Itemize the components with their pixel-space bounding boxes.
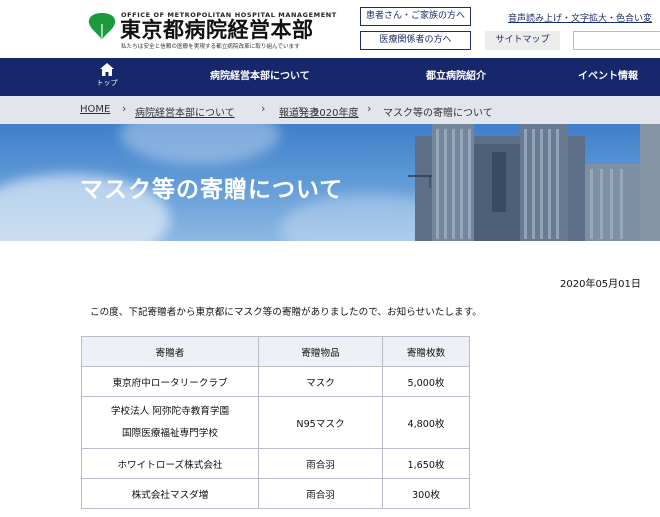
header-count: 寄贈枚数 <box>382 336 470 367</box>
site-logo[interactable]: OFFICE OF METROPOLITAN HOSPITAL MANAGEME… <box>87 10 347 50</box>
page-hero: マスク等の寄贈について <box>0 124 660 241</box>
nav-item-hospitals[interactable]: 都立病院紹介 <box>426 58 486 96</box>
table-row: ホワイトローズ株式会社 雨合羽 1,650枚 <box>81 448 470 479</box>
patients-families-button[interactable]: 患者さん・ご家族の方へ <box>360 7 471 26</box>
logo-tagline: 私たちは安全と信頼の医療を実現する都立病院改革に取り組んでいます <box>121 44 300 50</box>
nav-home[interactable]: トップ <box>95 63 119 93</box>
nav-item-events[interactable]: イベント情報 <box>578 58 638 96</box>
count-cell: 4,800枚 <box>382 396 470 449</box>
chevron-right-icon: › <box>367 102 372 115</box>
donor-cell: ホワイトローズ株式会社 <box>81 448 259 479</box>
donor-cell: 学校法人 阿弥陀寺教育学園 国際医療福祉専門学校 <box>81 396 259 449</box>
header-item: 寄贈物品 <box>258 336 383 367</box>
page-title: マスク等の寄贈について <box>80 177 344 203</box>
breadcrumb: HOME › 病院経営本部について › 報道発表 › 2020年度 › マスク等… <box>0 96 660 124</box>
chevron-right-icon: › <box>298 102 303 115</box>
table-header-row: 寄贈者 寄贈物品 寄贈枚数 <box>81 336 470 367</box>
accessibility-link[interactable]: 音声読み上げ・文字拡大・色合い変 <box>508 11 652 24</box>
breadcrumb-current: マスク等の寄贈について <box>383 108 493 119</box>
count-cell: 300枚 <box>382 478 470 509</box>
donation-table: 寄贈者 寄贈物品 寄贈枚数 東京府中ロータリークラブ マスク 5,000枚 学校… <box>81 336 470 509</box>
site-header: OFFICE OF METROPOLITAN HOSPITAL MANAGEME… <box>0 0 660 58</box>
donor-line: 学校法人 阿弥陀寺教育学園 <box>110 405 230 417</box>
donor-line: 国際医療福祉専門学校 <box>122 427 218 439</box>
count-cell: 1,650枚 <box>382 448 470 479</box>
sitemap-button[interactable]: サイトマップ <box>485 31 560 50</box>
table-row: 学校法人 阿弥陀寺教育学園 国際医療福祉専門学校 N95マスク 4,800枚 <box>81 396 470 449</box>
global-nav: トップ 病院経営本部について 都立病院紹介 イベント情報 <box>0 58 660 96</box>
home-icon <box>100 63 114 76</box>
ginkgo-leaf-icon <box>88 13 116 41</box>
search-input[interactable] <box>573 31 660 50</box>
item-cell: 雨合羽 <box>258 448 383 479</box>
nav-item-about[interactable]: 病院経営本部について <box>210 58 310 96</box>
publish-date: 2020年05月01日 <box>560 279 641 290</box>
donor-cell: 東京府中ロータリークラブ <box>81 366 259 397</box>
breadcrumb-year[interactable]: 2020年度 <box>313 104 358 119</box>
nav-home-label: トップ <box>96 79 118 87</box>
breadcrumb-home[interactable]: HOME <box>80 104 110 115</box>
table-row: 株式会社マスダ増 雨合羽 300枚 <box>81 478 470 509</box>
item-cell: N95マスク <box>258 396 383 449</box>
chevron-right-icon: › <box>122 102 127 115</box>
chevron-right-icon: › <box>261 102 266 115</box>
logo-japanese: 東京都病院経営本部 <box>120 18 314 42</box>
item-cell: 雨合羽 <box>258 478 383 509</box>
item-cell: マスク <box>258 366 383 397</box>
header-donor: 寄贈者 <box>81 336 259 367</box>
breadcrumb-about[interactable]: 病院経営本部について <box>135 104 235 119</box>
donor-cell: 株式会社マスダ増 <box>81 478 259 509</box>
count-cell: 5,000枚 <box>382 366 470 397</box>
intro-text: この度、下記寄贈者から東京都にマスク等の寄贈がありましたので、お知らせいたします… <box>90 307 482 318</box>
medical-professionals-button[interactable]: 医療関係者の方へ <box>360 31 471 50</box>
table-row: 東京府中ロータリークラブ マスク 5,000枚 <box>81 366 470 397</box>
